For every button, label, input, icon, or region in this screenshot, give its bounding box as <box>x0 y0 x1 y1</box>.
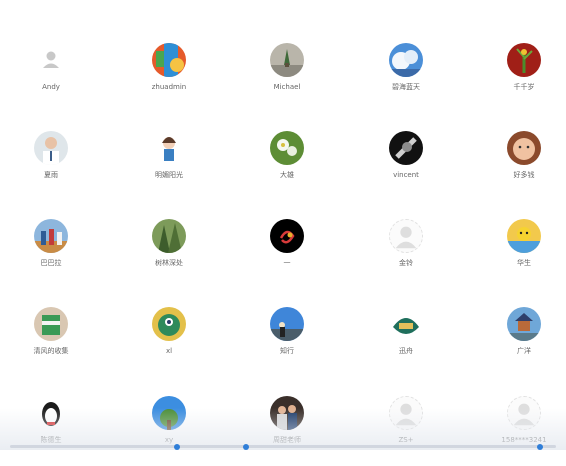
avatar[interactable] <box>34 307 68 341</box>
contact-item[interactable]: 知行 <box>237 307 337 377</box>
contact-name: xl <box>165 347 173 355</box>
contact-name: Andy <box>42 83 60 91</box>
contact-name: 一 <box>283 259 291 267</box>
avatar[interactable] <box>152 396 186 430</box>
contact-item[interactable]: Andy <box>1 43 101 113</box>
avatar[interactable] <box>389 131 423 165</box>
contact-item[interactable]: 明媚阳光 <box>119 131 219 201</box>
contact-name: 好多钱 <box>513 171 535 179</box>
scroll-indicator-dot[interactable] <box>537 444 543 450</box>
avatar[interactable] <box>152 131 186 165</box>
avatar[interactable] <box>507 307 541 341</box>
contact-name: 明媚阳光 <box>155 171 183 179</box>
contact-name: 夏雨 <box>44 171 58 179</box>
scroll-indicator-dot[interactable] <box>174 444 180 450</box>
avatar[interactable] <box>389 396 423 430</box>
scroll-indicator-dot[interactable] <box>243 444 249 450</box>
contact-name: ZS+ <box>398 436 414 444</box>
contact-item[interactable]: 广洋 <box>474 307 566 377</box>
contact-item[interactable]: 大雄 <box>237 131 337 201</box>
avatar[interactable] <box>34 131 68 165</box>
avatar[interactable] <box>152 307 186 341</box>
contact-item[interactable]: 金铃 <box>356 219 456 289</box>
contact-item[interactable]: 夏雨 <box>1 131 101 201</box>
contact-item[interactable]: 周甜老师 <box>237 396 337 466</box>
contact-item[interactable]: 迅舟 <box>356 307 456 377</box>
contact-item[interactable]: zhuadmin <box>119 43 219 113</box>
avatar[interactable] <box>270 219 304 253</box>
contact-item[interactable]: 千千岁 <box>474 43 566 113</box>
contact-item[interactable]: 158****3241 <box>474 396 566 466</box>
contact-item[interactable]: 碧海蓝天 <box>356 43 456 113</box>
contact-name: xy <box>164 436 174 444</box>
avatar[interactable] <box>507 396 541 430</box>
contact-grid: Andy zhuadmin Michael 碧海蓝天 千千岁夏雨 明媚阳光 大雄 vincen… <box>0 0 566 450</box>
avatar[interactable] <box>152 219 186 253</box>
avatar[interactable] <box>389 43 423 77</box>
avatar[interactable] <box>389 219 423 253</box>
contact-name: 巴巴拉 <box>40 259 62 267</box>
contact-name: 清风的收集 <box>33 347 69 355</box>
avatar[interactable] <box>270 307 304 341</box>
contact-name: 华生 <box>517 259 531 267</box>
contact-name: 陈德生 <box>40 436 62 444</box>
avatar[interactable] <box>152 43 186 77</box>
contact-item[interactable]: 华生 <box>474 219 566 289</box>
contact-item[interactable]: Michael <box>237 43 337 113</box>
contact-name: 碧海蓝天 <box>392 83 420 91</box>
avatar[interactable] <box>34 219 68 253</box>
contact-item[interactable]: ZS+ <box>356 396 456 466</box>
contact-name: 广洋 <box>517 347 531 355</box>
contact-name: zhuadmin <box>151 83 187 91</box>
contact-item[interactable]: 陈德生 <box>1 396 101 466</box>
contact-name: Michael <box>273 83 301 91</box>
contact-name: vincent <box>393 171 419 179</box>
contact-name: 树林深处 <box>155 259 183 267</box>
contact-item[interactable]: 树林深处 <box>119 219 219 289</box>
contact-name: 大雄 <box>280 171 294 179</box>
contact-item[interactable]: 清风的收集 <box>1 307 101 377</box>
contact-name: 周甜老师 <box>273 436 301 444</box>
avatar[interactable] <box>270 43 304 77</box>
avatar[interactable] <box>270 396 304 430</box>
contact-name: 千千岁 <box>513 83 535 91</box>
contact-item[interactable]: xy <box>119 396 219 466</box>
contact-name: 158****3241 <box>501 436 547 444</box>
avatar[interactable] <box>34 396 68 430</box>
avatar[interactable] <box>389 307 423 341</box>
contact-name: 金铃 <box>399 259 413 267</box>
contact-item[interactable]: vincent <box>356 131 456 201</box>
contact-name: 知行 <box>280 347 294 355</box>
avatar[interactable] <box>507 219 541 253</box>
avatar[interactable] <box>270 131 304 165</box>
avatar[interactable] <box>507 43 541 77</box>
contact-item[interactable]: 好多钱 <box>474 131 566 201</box>
contact-name: 迅舟 <box>399 347 413 355</box>
avatar[interactable] <box>507 131 541 165</box>
contact-item[interactable]: 一 <box>237 219 337 289</box>
contact-item[interactable]: xl <box>119 307 219 377</box>
contact-item[interactable]: 巴巴拉 <box>1 219 101 289</box>
avatar[interactable] <box>34 43 68 77</box>
horizontal-scrollbar[interactable] <box>10 445 556 448</box>
